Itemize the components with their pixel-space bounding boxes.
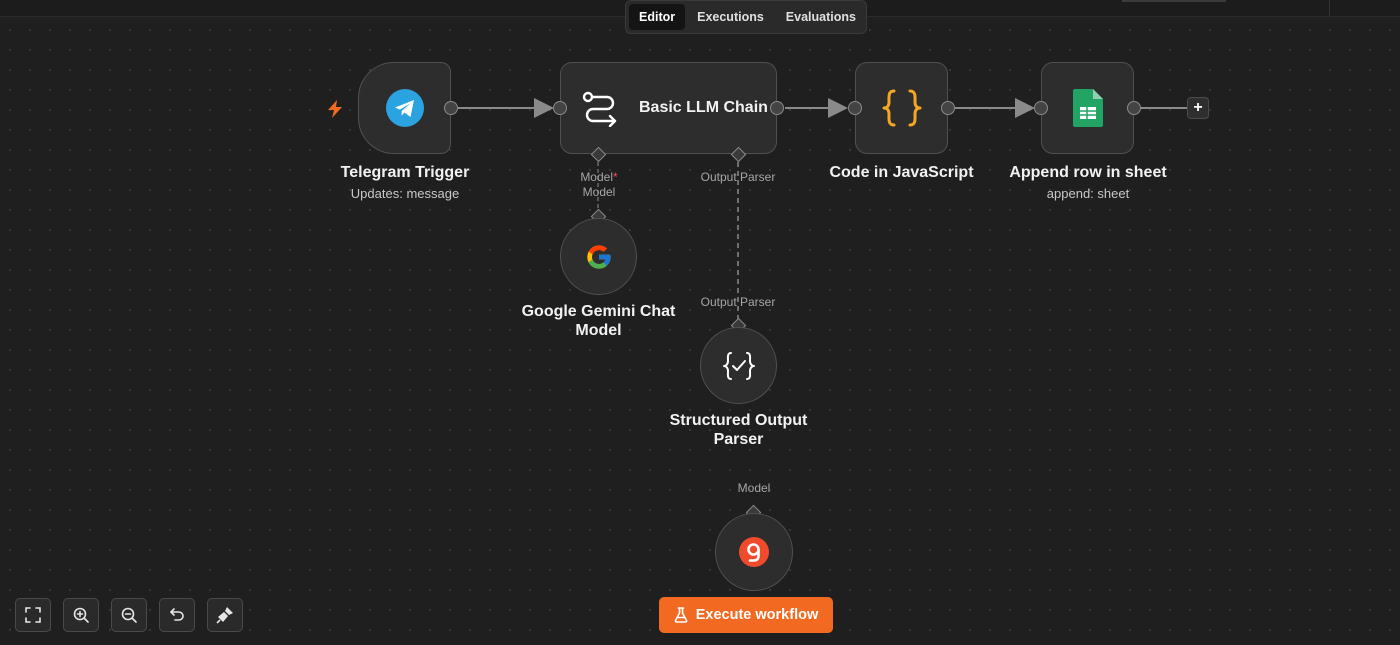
code-input-handle[interactable] — [848, 101, 862, 115]
google-sheets-icon — [1072, 89, 1103, 127]
google-icon — [586, 244, 611, 269]
flask-icon — [674, 607, 688, 623]
append-row-sheet-node[interactable] — [1041, 62, 1134, 154]
add-node-button[interactable]: + — [1187, 97, 1209, 119]
telegram-icon — [385, 89, 424, 127]
trigger-bolt-icon — [328, 100, 342, 118]
zoom-in-icon — [73, 607, 89, 623]
execute-workflow-button[interactable]: Execute workflow — [659, 597, 833, 633]
model-provider-icon — [739, 537, 769, 567]
tidy-up-button[interactable] — [207, 598, 243, 632]
structured-output-parser-node[interactable] — [700, 327, 777, 404]
llm-chain-icon — [582, 91, 617, 127]
code-output-handle[interactable] — [941, 101, 955, 115]
execute-workflow-label: Execute workflow — [695, 607, 819, 623]
structured-output-icon — [722, 351, 755, 380]
llm-chain-node-title: Basic LLM Chain — [639, 99, 768, 116]
gemini-node-title: Google Gemini Chat Model — [521, 303, 676, 339]
telegram-output-handle[interactable] — [444, 101, 458, 115]
model-provider-node[interactable] — [715, 513, 793, 591]
model-connector-label: Model — [737, 481, 771, 495]
sheet-node-title: Append row in sheet — [1009, 164, 1167, 181]
google-gemini-chat-model-node[interactable] — [560, 218, 637, 295]
fit-view-button[interactable] — [15, 598, 51, 632]
output-parser-label: Output Parser — [700, 170, 776, 184]
llm-chain-output-handle[interactable] — [770, 101, 784, 115]
reset-zoom-button[interactable] — [159, 598, 195, 632]
llm-chain-input-handle[interactable] — [553, 101, 567, 115]
zoom-in-button[interactable] — [63, 598, 99, 632]
fit-view-icon — [25, 607, 41, 623]
basic-llm-chain-node[interactable]: Basic LLM Chain — [560, 62, 777, 154]
telegram-trigger-node[interactable] — [358, 62, 451, 154]
sheet-input-handle[interactable] — [1034, 101, 1048, 115]
code-node-title: Code in JavaScript — [829, 164, 974, 181]
telegram-node-subtitle: Updates: message — [350, 186, 460, 201]
model-required-label: Model* — [580, 170, 618, 184]
telegram-node-title: Telegram Trigger — [340, 164, 470, 181]
zoom-out-icon — [121, 607, 137, 623]
output-parser-connector-label: Output Parser — [700, 295, 776, 309]
sheet-output-handle[interactable] — [1127, 101, 1141, 115]
parser-node-title: Structured Output Parser — [669, 412, 808, 448]
reset-zoom-icon — [170, 608, 184, 621]
tidy-up-icon — [216, 607, 233, 624]
sheet-node-subtitle: append: sheet — [1046, 186, 1130, 201]
code-braces-icon — [882, 89, 921, 127]
code-javascript-node[interactable] — [855, 62, 948, 154]
model-label: Model — [582, 185, 616, 199]
zoom-out-button[interactable] — [111, 598, 147, 632]
